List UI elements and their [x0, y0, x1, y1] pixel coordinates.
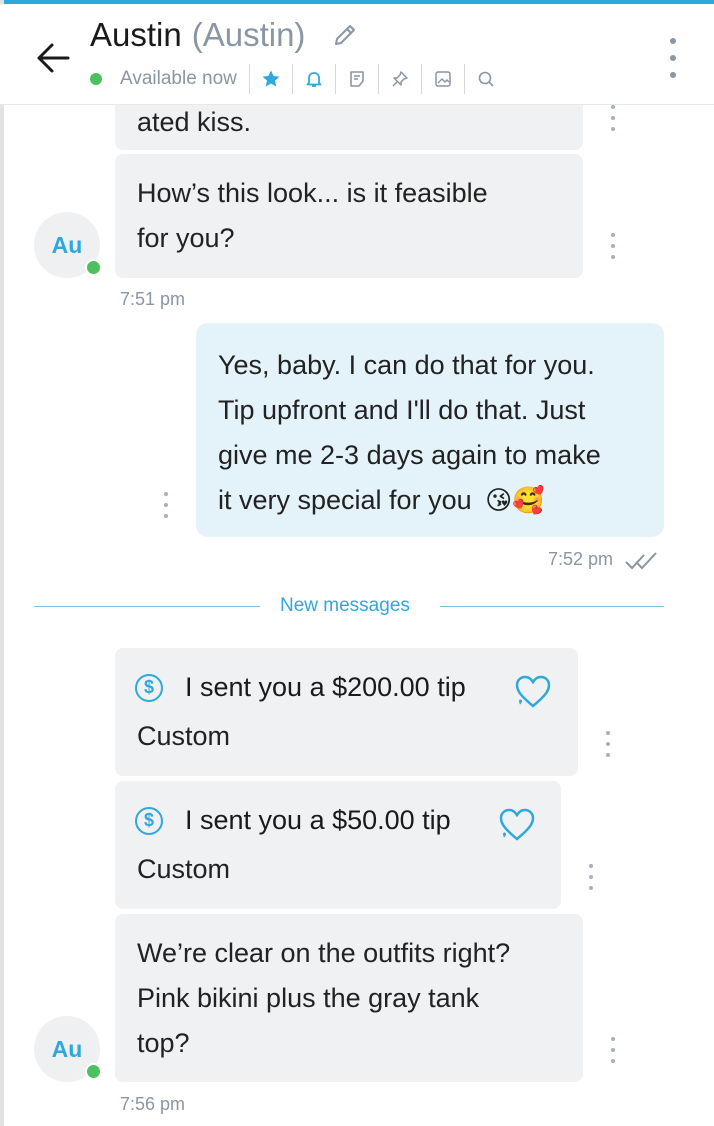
message-time: 7:51 pm: [120, 289, 186, 309]
dollar-icon: $: [135, 806, 163, 835]
online-indicator: [85, 259, 102, 276]
more-options-icon[interactable]: [662, 38, 684, 78]
message-line-text: it very special for you: [218, 485, 472, 515]
pencil-icon[interactable]: [331, 21, 359, 49]
tip-subtitle: Custom: [137, 721, 231, 751]
message-options-icon[interactable]: [608, 233, 618, 259]
like-heart-icon[interactable]: [513, 674, 553, 710]
message-bubble-incoming[interactable]: How’s this look... is it feasible for yo…: [115, 154, 583, 278]
window-frame: [0, 0, 4, 1126]
online-status-dot: [90, 73, 102, 85]
message-line: Yes, baby. I can do that for you.: [218, 350, 595, 380]
availability-status: Available now: [120, 68, 237, 89]
status-row: Available now: [90, 64, 507, 94]
pin-icon: [392, 71, 408, 87]
message-options-icon[interactable]: [603, 731, 613, 757]
message-line: give me 2-3 days again to make: [218, 440, 601, 470]
message-line: it very special for you 😘🥰: [218, 478, 601, 523]
star-button[interactable]: [248, 64, 292, 94]
message-time: 7:52 pm: [548, 549, 614, 569]
avatar-initials: Au: [51, 231, 83, 258]
message-time: 7:56 pm: [120, 1094, 186, 1114]
message-line: Tip upfront and I'll do that. Just: [218, 395, 586, 425]
message-options-icon[interactable]: [608, 105, 618, 131]
like-heart-icon[interactable]: [497, 807, 537, 843]
message-line: top?: [137, 1028, 190, 1058]
tip-line: $ I sent you a $200.00 tip: [135, 672, 466, 703]
message-line: Pink bikini plus the gray tank: [137, 983, 480, 1013]
tip-subtitle: Custom: [137, 854, 231, 884]
search-button[interactable]: [463, 64, 507, 94]
avatar[interactable]: Au: [34, 1016, 102, 1082]
message-options-icon[interactable]: [608, 1037, 618, 1063]
message-text: ated kiss.: [137, 107, 252, 137]
message-options-icon[interactable]: [161, 492, 171, 518]
online-indicator: [85, 1063, 102, 1080]
emoji: 😘🥰: [485, 485, 545, 515]
tip-bubble[interactable]: $ I sent you a $50.00 tip Custom: [115, 781, 561, 909]
pin-button[interactable]: [377, 64, 421, 94]
read-receipt-icon: [625, 552, 657, 570]
back-arrow-icon[interactable]: [32, 38, 76, 78]
new-messages-divider: New messages: [280, 595, 410, 616]
search-icon: [478, 71, 494, 87]
bell-icon: [306, 72, 322, 87]
divider-line-right: [440, 606, 664, 607]
chat-header: Austin (Austin) Available now: [0, 4, 714, 105]
avatar-initials: Au: [51, 1035, 83, 1062]
tip-bubble[interactable]: $ I sent you a $200.00 tip Custom: [115, 648, 578, 776]
message-options-icon[interactable]: [586, 864, 596, 890]
media-button[interactable]: [420, 64, 464, 94]
tip-label: I sent you a $50.00 tip: [185, 805, 451, 835]
divider-line-left: [34, 606, 260, 607]
message-line: How’s this look... is it feasible: [137, 178, 488, 208]
notes-button[interactable]: [334, 64, 378, 94]
tip-label: I sent you a $200.00 tip: [185, 672, 466, 702]
message-text: We’re clear on the outfits right? Pink b…: [137, 931, 510, 1066]
contact-name[interactable]: Austin: [90, 16, 182, 54]
message-bubble-incoming[interactable]: We’re clear on the outfits right? Pink b…: [115, 914, 583, 1082]
avatar[interactable]: Au: [34, 212, 102, 278]
image-icon: [435, 71, 451, 87]
message-line: for you?: [137, 223, 235, 253]
title-row: Austin (Austin): [90, 16, 359, 54]
dollar-icon: $: [135, 673, 163, 702]
note-icon: [350, 71, 364, 87]
message-line: We’re clear on the outfits right?: [137, 938, 511, 968]
chat-area: ated kiss. How’s this look... is it feas…: [0, 0, 714, 1126]
message-text: How’s this look... is it feasible for yo…: [137, 171, 488, 261]
contact-alias: (Austin): [191, 16, 306, 53]
message-text: Yes, baby. I can do that for you. Tip up…: [218, 343, 601, 523]
notifications-button[interactable]: [291, 64, 335, 94]
message-bubble-outgoing[interactable]: Yes, baby. I can do that for you. Tip up…: [196, 323, 664, 537]
star-icon: [262, 70, 280, 87]
tip-line: $ I sent you a $50.00 tip: [135, 805, 451, 836]
